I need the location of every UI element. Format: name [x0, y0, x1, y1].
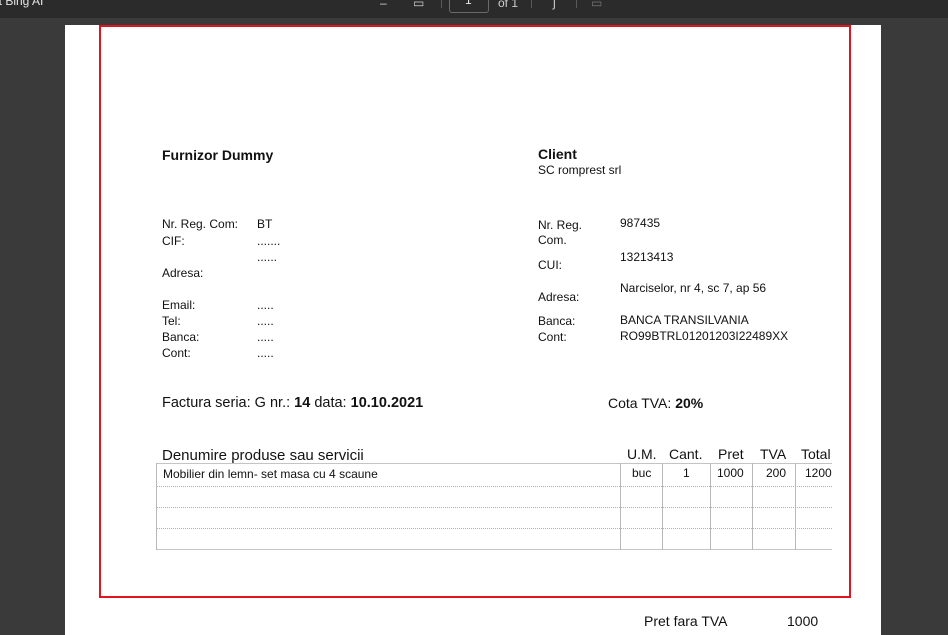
supplier-cif-label: CIF: [162, 234, 185, 248]
supplier-heading: Furnizor Dummy [162, 147, 274, 163]
col-header-vat: TVA [760, 446, 787, 462]
supplier-cif-value: ....... [257, 234, 281, 248]
page-number-input[interactable]: 1 [449, 0, 489, 13]
invoice-number: 14 [294, 395, 311, 411]
supplier-tel-label: Tel: [162, 314, 181, 328]
supplier-account-label: Cont: [162, 346, 191, 360]
row-vat: 200 [766, 466, 787, 480]
client-bank-value: BANCA TRANSILVANIA [620, 313, 749, 327]
client-account-label: Cont: [538, 330, 567, 344]
client-name: SC romprest srl [538, 163, 622, 177]
col-header-um: U.M. [627, 446, 657, 462]
supplier-bank-value: ..... [257, 330, 274, 344]
erase-icon[interactable]: ▭ [591, 0, 602, 10]
supplier-address-label: Adresa: [162, 266, 204, 280]
client-cui-value: 13213413 [620, 250, 674, 264]
invoice-line: Factura seria: G nr.: 14 data: 10.10.202… [162, 395, 423, 411]
toolbar-separator [576, 0, 577, 8]
zoom-out-icon[interactable]: ‒ [380, 0, 387, 10]
client-heading: Client [538, 146, 577, 162]
col-header-price: Pret [718, 446, 744, 462]
client-cui-label: CUI: [538, 258, 562, 272]
col-header-total: Total [801, 446, 831, 462]
fit-page-icon[interactable]: ▭ [413, 0, 424, 10]
supplier-reg-value: BT [257, 217, 273, 231]
subtotal-label: Pret fara TVA [644, 613, 728, 629]
page-count: of 1 [498, 0, 519, 10]
supplier-account-value: ..... [257, 346, 274, 360]
draw-icon[interactable]: ʃ [553, 0, 556, 10]
supplier-extra-value: ...... [257, 250, 278, 264]
supplier-tel-value: ..... [257, 314, 274, 328]
supplier-email-value: ..... [257, 298, 274, 312]
row-um: buc [632, 466, 652, 480]
row-price: 1000 [717, 466, 744, 480]
supplier-reg-label: Nr. Reg. Com: [162, 217, 239, 231]
client-address-label: Adresa: [538, 290, 580, 304]
row-qty: 1 [683, 466, 690, 480]
subtotal-value: 1000 [787, 613, 819, 629]
toolbar-separator [531, 0, 532, 8]
row-total: 1200 [805, 466, 832, 480]
vat-rate-value: 20% [675, 395, 704, 411]
invoice-series-prefix: Factura seria: G nr.: [162, 395, 295, 411]
invoice-date-prefix: data: [310, 395, 351, 411]
client-account-value: RO99BTRL01201203I22489XX [620, 329, 789, 343]
toolbar-separator [441, 0, 442, 8]
client-reg-value: 987435 [620, 216, 661, 230]
client-reg-label: Nr. Reg. [538, 218, 583, 232]
client-address-value: Narciselor, nr 4, sc 7, ap 56 [620, 281, 767, 295]
window-title: ot Bing AI [0, 0, 44, 8]
invoice-date: 10.10.2021 [350, 395, 424, 411]
col-header-qty: Cant. [669, 446, 703, 462]
vat-rate: Cota TVA: 20% [608, 395, 703, 411]
supplier-email-label: Email: [162, 298, 196, 312]
row-product: Mobilier din lemn- set masa cu 4 scaune [163, 467, 378, 481]
client-reg-label-line2: Com. [538, 233, 567, 247]
pdf-toolbar: ot Bing AI ‒ ▭ 1 of 1 ʃ ▭ [0, 0, 948, 18]
vat-rate-label: Cota TVA: [608, 395, 676, 411]
client-bank-label: Banca: [538, 314, 576, 328]
col-header-product: Denumire produse sau servicii [162, 447, 364, 464]
supplier-bank-label: Banca: [162, 330, 200, 344]
page-number-value: 1 [465, 0, 472, 7]
